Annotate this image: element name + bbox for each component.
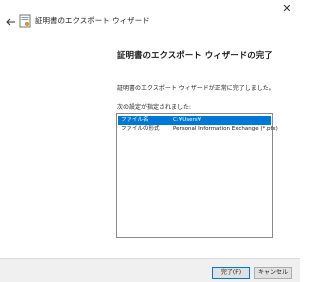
close-icon[interactable]: ✕ xyxy=(280,2,294,16)
back-arrow-icon[interactable] xyxy=(5,16,17,28)
finish-button[interactable]: 完了(F) xyxy=(212,267,250,279)
page-heading: 証明書のエクスポート ウィザードの完了 xyxy=(117,51,273,61)
completion-message: 証明書のエクスポート ウィザードが正常に完了しました。 xyxy=(117,85,275,92)
setting-value: C:¥Users¥ xyxy=(173,117,202,123)
settings-label: 次の設定が指定されました: xyxy=(117,104,192,111)
list-item[interactable]: ファイル名 C:¥Users¥ xyxy=(118,116,271,125)
settings-list[interactable]: ファイル名 C:¥Users¥ ファイルの形式 Personal Informa… xyxy=(116,113,278,238)
cancel-button[interactable]: キャンセル xyxy=(254,267,292,279)
wizard-title: 証明書のエクスポート ウィザード xyxy=(35,16,150,25)
setting-name: ファイル名 xyxy=(121,117,149,123)
certificate-icon xyxy=(19,14,31,28)
setting-value: Personal Information Exchange (*.pfx) xyxy=(173,126,278,132)
list-item[interactable]: ファイルの形式 Personal Information Exchange (*… xyxy=(118,125,278,134)
button-bar: 完了(F) キャンセル xyxy=(0,258,300,282)
setting-name: ファイルの形式 xyxy=(121,126,160,132)
wizard-window: ✕ 証明書のエクスポート ウィザード 証明書のエクスポート ウィザードの完了 証… xyxy=(0,0,300,282)
